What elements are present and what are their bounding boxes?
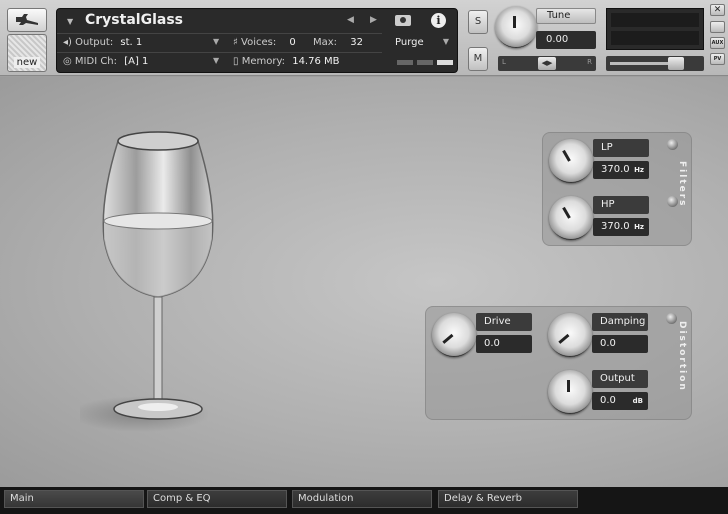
tab-bar: Main Comp & EQ Modulation Delay & Reverb	[0, 487, 728, 514]
hp-value[interactable]: 370.0 Hz	[593, 218, 649, 236]
lp-value[interactable]: 370.0 Hz	[593, 161, 649, 179]
memory-value: 14.76 MB	[292, 56, 340, 67]
distortion-enable-led[interactable]	[666, 313, 677, 324]
pan-left-label: L	[502, 58, 506, 66]
activity-meter	[397, 60, 453, 65]
memory-icon: ▯	[233, 56, 239, 67]
output-dropdown-icon: ▼	[213, 37, 220, 46]
volume-fill	[610, 62, 670, 65]
camera-icon[interactable]	[395, 15, 411, 26]
close-icon[interactable]: ✕	[710, 4, 725, 16]
output-value-text: 0.0	[600, 395, 616, 406]
mute-button[interactable]: M	[468, 47, 488, 71]
output-unit: dB	[632, 397, 643, 405]
new-snapshot-button[interactable]: new	[7, 34, 47, 72]
drive-knob[interactable]	[432, 313, 476, 357]
instrument-header: new ▼ CrystalGlass ◀ ▶ i ◂) Output: st. …	[0, 0, 728, 76]
output-knob[interactable]	[548, 370, 592, 414]
midi-value: [A] 1	[124, 56, 149, 67]
instrument-info-panel: ▼ CrystalGlass ◀ ▶ i ◂) Output: st. 1 ▼ …	[56, 8, 458, 73]
minimize-button[interactable]	[710, 21, 725, 33]
output-value: st. 1	[120, 37, 143, 48]
lp-label: LP	[593, 139, 649, 157]
volume-slider[interactable]	[606, 56, 704, 71]
distortion-panel: Distortion Drive 0.0 Damping 0.0 Output …	[425, 306, 692, 420]
max-value[interactable]: 32	[350, 37, 363, 48]
tune-value[interactable]: 0.00	[536, 31, 596, 49]
midi-dropdown-icon: ▼	[213, 56, 220, 65]
solo-button[interactable]: S	[468, 10, 488, 34]
tab-comp-eq[interactable]: Comp & EQ	[147, 490, 287, 508]
voices-label: Voices:	[241, 37, 277, 48]
output-label: Output:	[75, 37, 114, 48]
tune-knob[interactable]	[495, 6, 537, 48]
output-icon: ◂)	[63, 37, 72, 48]
hp-knob[interactable]	[549, 196, 593, 240]
midi-label: MIDI Ch:	[74, 56, 118, 67]
output-selector[interactable]: ◂) Output: st. 1 ▼	[63, 37, 219, 48]
instrument-name[interactable]: CrystalGlass	[85, 12, 183, 28]
drive-value[interactable]: 0.0	[476, 335, 532, 353]
purge-label: Purge	[395, 37, 424, 48]
volume-handle[interactable]	[668, 57, 684, 70]
instrument-menu-icon[interactable]: ▼	[67, 17, 73, 26]
voices-display: ♯ Voices: 0 Max: 32	[233, 37, 363, 48]
voices-value: 0	[289, 37, 296, 48]
pan-right-label: R	[587, 58, 592, 66]
damping-label: Damping	[592, 313, 648, 331]
output-label: Output	[592, 370, 648, 388]
crystal-glass-image	[80, 131, 214, 432]
tab-delay-reverb[interactable]: Delay & Reverb	[438, 490, 578, 508]
lp-unit: Hz	[634, 166, 644, 174]
lp-value-text: 370.0	[601, 164, 630, 175]
lp-enable-led[interactable]	[667, 139, 678, 150]
memory-label: Memory:	[241, 56, 286, 67]
purge-dropdown-icon: ▼	[442, 37, 449, 46]
new-label: new	[13, 57, 41, 68]
instrument-main-panel: Filters LP 370.0 Hz HP 370.0 Hz Distorti…	[0, 77, 728, 487]
pan-slider[interactable]: L ◀▶ R	[498, 56, 596, 71]
tune-label: Tune	[536, 8, 596, 24]
distortion-title: Distortion	[677, 321, 687, 392]
prev-arrow-icon[interactable]: ◀	[347, 15, 354, 25]
hp-label: HP	[593, 196, 649, 214]
next-arrow-icon[interactable]: ▶	[370, 15, 377, 25]
info-icon[interactable]: i	[431, 13, 446, 28]
pan-handle[interactable]: ◀▶	[538, 57, 556, 70]
output-value[interactable]: 0.0 dB	[592, 392, 648, 410]
pv-button[interactable]: PV	[710, 53, 725, 65]
midi-icon: ◎	[63, 56, 72, 67]
wrench-icon	[16, 14, 38, 25]
filters-panel: Filters LP 370.0 Hz HP 370.0 Hz	[542, 132, 692, 246]
lp-knob[interactable]	[549, 139, 593, 183]
tab-modulation[interactable]: Modulation	[292, 490, 432, 508]
hp-value-text: 370.0	[601, 221, 630, 232]
aux-button[interactable]: AUX	[710, 37, 725, 49]
peak-meter	[606, 8, 704, 50]
voices-icon: ♯	[233, 37, 238, 48]
hp-unit: Hz	[634, 223, 644, 231]
tab-main[interactable]: Main	[4, 490, 144, 508]
edit-instrument-button[interactable]	[7, 8, 47, 32]
hp-enable-led[interactable]	[667, 196, 678, 207]
max-label: Max:	[312, 37, 338, 48]
filters-title: Filters	[677, 161, 687, 208]
drive-label: Drive	[476, 313, 532, 331]
damping-value[interactable]: 0.0	[592, 335, 648, 353]
midi-channel-selector[interactable]: ◎ MIDI Ch: [A] 1 ▼	[63, 56, 219, 67]
purge-menu[interactable]: Purge ▼	[387, 33, 457, 53]
damping-knob[interactable]	[548, 313, 592, 357]
memory-display: ▯ Memory: 14.76 MB	[233, 56, 340, 67]
